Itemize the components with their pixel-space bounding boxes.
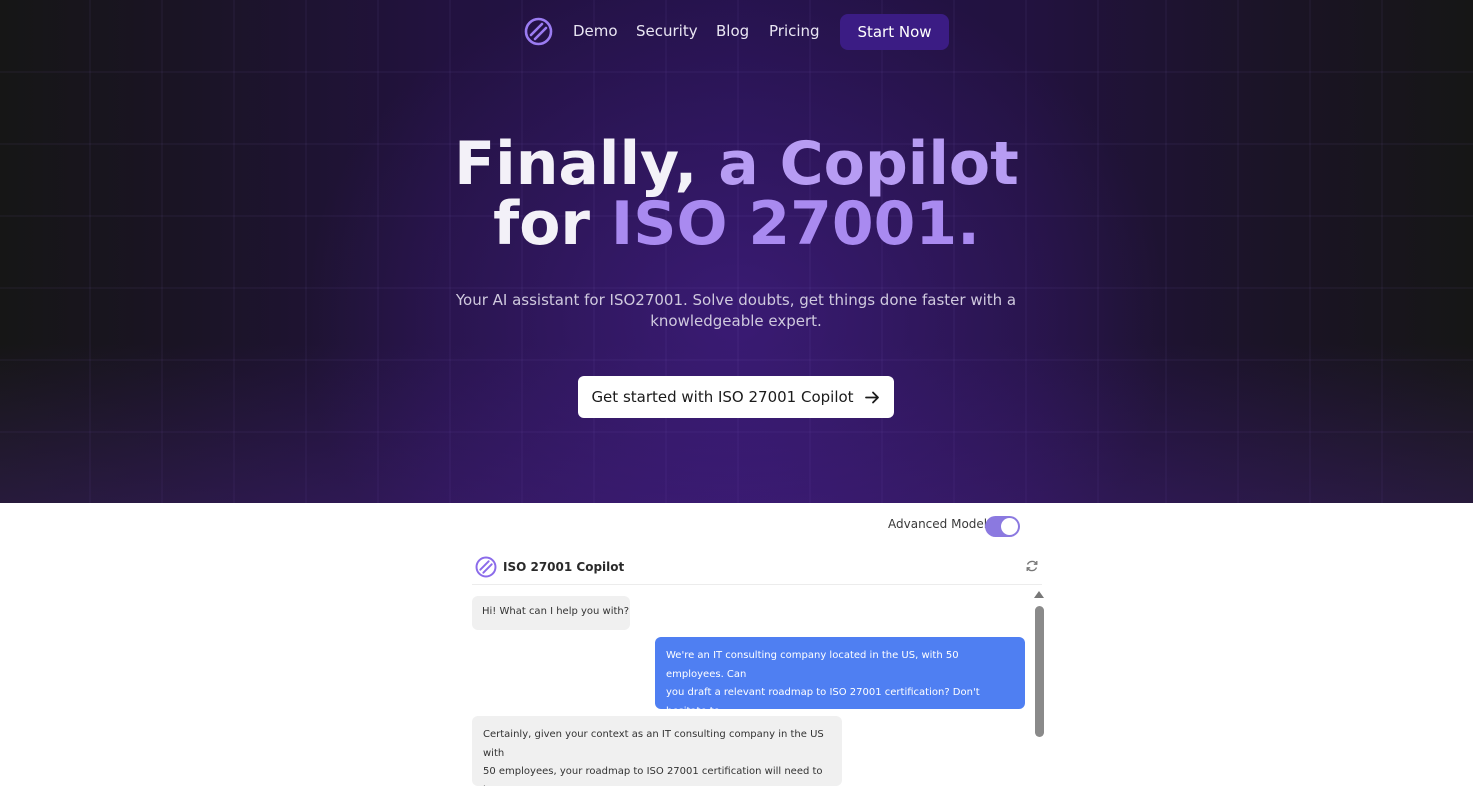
advanced-model-label: Advanced Model <box>888 517 988 531</box>
hero-bottom-glow <box>0 343 1473 503</box>
top-navigation: Demo Security Blog Pricing Start Now <box>0 14 1473 51</box>
headline-line-1: Finally, a Copilot <box>0 134 1473 194</box>
headline-word: ISO <box>610 189 728 259</box>
get-started-button[interactable]: Get started with ISO 27001 Copilot <box>578 376 894 418</box>
advanced-model-toggle[interactable] <box>985 516 1020 537</box>
copilot-logo-icon[interactable] <box>524 17 553 46</box>
message-line: 50 employees, your roadmap to ISO 27001 … <box>483 766 823 786</box>
headline-word: for <box>493 189 591 259</box>
subtitle-line: knowledgeable expert. <box>650 312 822 330</box>
message-line: We're an IT consulting company located i… <box>666 650 959 680</box>
refresh-icon[interactable] <box>1025 559 1039 573</box>
chat-header: ISO 27001 Copilot <box>472 554 1042 585</box>
nav-link-security[interactable]: Security <box>636 22 698 40</box>
headline-word: 27001. <box>748 189 980 259</box>
arrow-right-icon <box>864 391 879 403</box>
assistant-message: Certainly, given your context as an IT c… <box>472 716 842 786</box>
user-message: We're an IT consulting company located i… <box>655 637 1025 735</box>
nav-link-demo[interactable]: Demo <box>573 22 618 40</box>
scroll-up-arrow-icon[interactable] <box>1034 591 1044 598</box>
toggle-knob <box>1001 518 1018 535</box>
subtitle-line: Your AI assistant for ISO27001. Solve do… <box>455 291 1017 309</box>
assistant-message: Hi! What can I help you with? <box>472 596 630 630</box>
chat-scrollbar-thumb[interactable] <box>1035 606 1044 737</box>
copilot-logo-icon <box>475 556 497 578</box>
nav-link-blog[interactable]: Blog <box>716 22 749 40</box>
message-line: Certainly, given your context as an IT c… <box>483 729 824 759</box>
hero-subtitle: Your AI assistant for ISO27001. Solve do… <box>436 290 1036 332</box>
headline-line-2: for ISO 27001. <box>0 194 1473 254</box>
get-started-label: Get started with ISO 27001 Copilot <box>591 388 854 406</box>
nav-link-pricing[interactable]: Pricing <box>769 22 820 40</box>
hero-section: Demo Security Blog Pricing Start Now Fin… <box>0 0 1473 503</box>
chat-title: ISO 27001 Copilot <box>503 560 625 574</box>
start-now-button[interactable]: Start Now <box>840 14 949 50</box>
